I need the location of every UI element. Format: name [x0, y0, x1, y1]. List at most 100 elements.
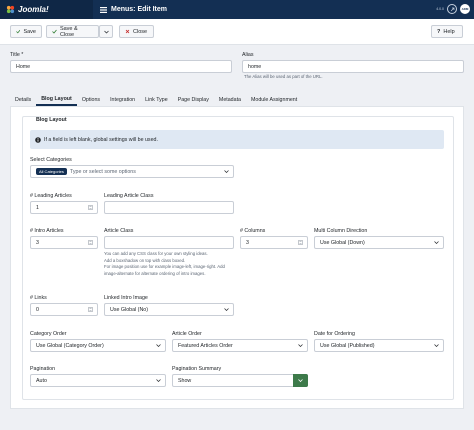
tab-options[interactable]: Options — [77, 94, 105, 106]
save-close-label: Save & Close — [59, 25, 78, 38]
article-order-label: Article Order — [172, 331, 202, 337]
alias-input[interactable]: home — [242, 60, 464, 73]
tab-module-assignment[interactable]: Module Assignment — [246, 94, 302, 106]
select-categories-label: Select Categories — [30, 157, 72, 163]
check-icon — [16, 29, 21, 34]
category-chip[interactable]: All Categories — [36, 168, 67, 175]
links-value: 0 — [36, 306, 39, 313]
columns-input[interactable]: 3 — [240, 236, 308, 249]
menu-list-icon — [100, 6, 107, 13]
tab-blog-layout[interactable]: Blog Layout — [36, 94, 77, 106]
multi-column-value: Use Global (Down) — [320, 239, 365, 246]
pagination-summary-select[interactable]: Show — [172, 374, 308, 387]
article-class-label: Article Class — [104, 228, 134, 234]
leading-articles-label: # Leading Articles — [30, 193, 72, 199]
intro-articles-input[interactable]: 3 — [30, 236, 98, 249]
joomla-logo[interactable]: Joomla! — [0, 0, 93, 19]
intro-articles-value: 3 — [36, 239, 39, 246]
question-icon: ? — [437, 28, 441, 35]
stepper-icon[interactable] — [88, 307, 93, 312]
pagination-label: Pagination — [30, 366, 56, 372]
title-label: Title * — [10, 52, 24, 58]
tab-metadata[interactable]: Metadata — [214, 94, 246, 106]
alias-value: home — [248, 63, 262, 70]
user-initials: ADM — [461, 7, 469, 11]
chevron-down-icon — [434, 241, 439, 244]
blog-layout-fieldset — [22, 116, 454, 400]
columns-label: # Columns — [240, 228, 266, 234]
article-order-value: Featured Articles Order — [178, 342, 233, 349]
categories-select[interactable]: All Categories Type or select some optio… — [30, 165, 234, 178]
chevron-down-icon — [434, 344, 439, 347]
leading-articles-input[interactable]: 1 — [30, 201, 98, 214]
pagination-summary-value: Show — [178, 377, 192, 384]
pagination-value: Auto — [36, 377, 47, 384]
alert-text: If a field is left blank, global setting… — [44, 136, 158, 143]
pagination-summary-label: Pagination Summary — [172, 366, 222, 372]
title-input[interactable]: Home — [10, 60, 232, 73]
tab-page-display[interactable]: Page Display — [173, 94, 214, 106]
date-order-label: Date for Ordering — [314, 331, 355, 337]
brand-name: Joomla! — [18, 5, 49, 14]
save-label: Save — [23, 28, 36, 35]
fieldset-legend: Blog Layout — [34, 117, 69, 123]
chevron-down-icon — [224, 308, 229, 311]
tab-integration[interactable]: Integration — [105, 94, 140, 106]
article-class-input[interactable] — [104, 236, 234, 249]
pagination-select[interactable]: Auto — [30, 374, 166, 387]
save-close-button[interactable]: Save & Close — [46, 25, 99, 38]
categories-placeholder: Type or select some options — [69, 168, 136, 175]
stepper-icon[interactable] — [88, 240, 93, 245]
chevron-down-icon — [298, 344, 303, 347]
chevron-down-icon — [156, 344, 161, 347]
page-title: Menus: Edit Item — [111, 6, 168, 13]
article-class-hint-4: image-alternate for alternate ordering o… — [104, 270, 206, 276]
pagination-summary-toggle[interactable] — [293, 374, 308, 387]
leading-class-input[interactable] — [104, 201, 234, 214]
alias-label: Alias — [242, 52, 254, 58]
info-icon — [35, 136, 41, 143]
toolbar: Save Save & Close Close ? Help — [0, 19, 474, 45]
version-label: 4.0.0 — [436, 7, 444, 11]
check-icon — [52, 29, 57, 34]
info-alert: If a field is left blank, global setting… — [30, 130, 444, 149]
chevron-down-icon — [298, 379, 303, 383]
external-link-icon[interactable] — [447, 4, 457, 14]
leading-class-label: Leading Article Class — [104, 193, 154, 199]
leading-articles-value: 1 — [36, 204, 39, 211]
close-label: Close — [133, 28, 148, 35]
links-label: # Links — [30, 295, 47, 301]
linked-intro-label: Linked Intro Image — [104, 295, 148, 301]
tab-link-type[interactable]: Link Type — [140, 94, 173, 106]
category-order-select[interactable]: Use Global (Category Order) — [30, 339, 166, 352]
alias-hint: The Alias will be used as part of the UR… — [244, 74, 323, 79]
save-button[interactable]: Save — [10, 25, 42, 38]
close-button[interactable]: Close — [119, 25, 154, 38]
links-input[interactable]: 0 — [30, 303, 98, 316]
stepper-icon[interactable] — [298, 240, 303, 245]
multi-column-label: Multi Column Direction — [314, 228, 368, 234]
help-button[interactable]: ? Help — [431, 25, 463, 38]
date-order-select[interactable]: Use Global (Published) — [314, 339, 444, 352]
chevron-down-icon — [156, 379, 161, 382]
category-order-label: Category Order — [30, 331, 67, 337]
top-bar: Joomla! Menus: Edit Item 4.0.0 ADM — [0, 0, 474, 19]
chevron-down-icon — [103, 30, 109, 33]
close-icon — [125, 29, 130, 34]
multi-column-select[interactable]: Use Global (Down) — [314, 236, 444, 249]
title-value: Home — [16, 63, 31, 70]
stepper-icon[interactable] — [88, 205, 93, 210]
linked-intro-value: Use Global (No) — [110, 306, 148, 313]
tab-details[interactable]: Details — [10, 94, 36, 106]
help-label: Help — [443, 28, 455, 35]
intro-articles-label: # Intro Articles — [30, 228, 64, 234]
linked-intro-select[interactable]: Use Global (No) — [104, 303, 234, 316]
joomla-icon — [6, 5, 15, 14]
date-order-value: Use Global (Published) — [320, 342, 375, 349]
article-order-select[interactable]: Featured Articles Order — [172, 339, 308, 352]
save-options-dropdown[interactable] — [99, 25, 113, 38]
user-menu-avatar[interactable]: ADM — [460, 4, 470, 14]
columns-value: 3 — [246, 239, 249, 246]
tab-bar: Details Blog Layout Options Integration … — [10, 94, 464, 106]
category-order-value: Use Global (Category Order) — [36, 342, 104, 349]
